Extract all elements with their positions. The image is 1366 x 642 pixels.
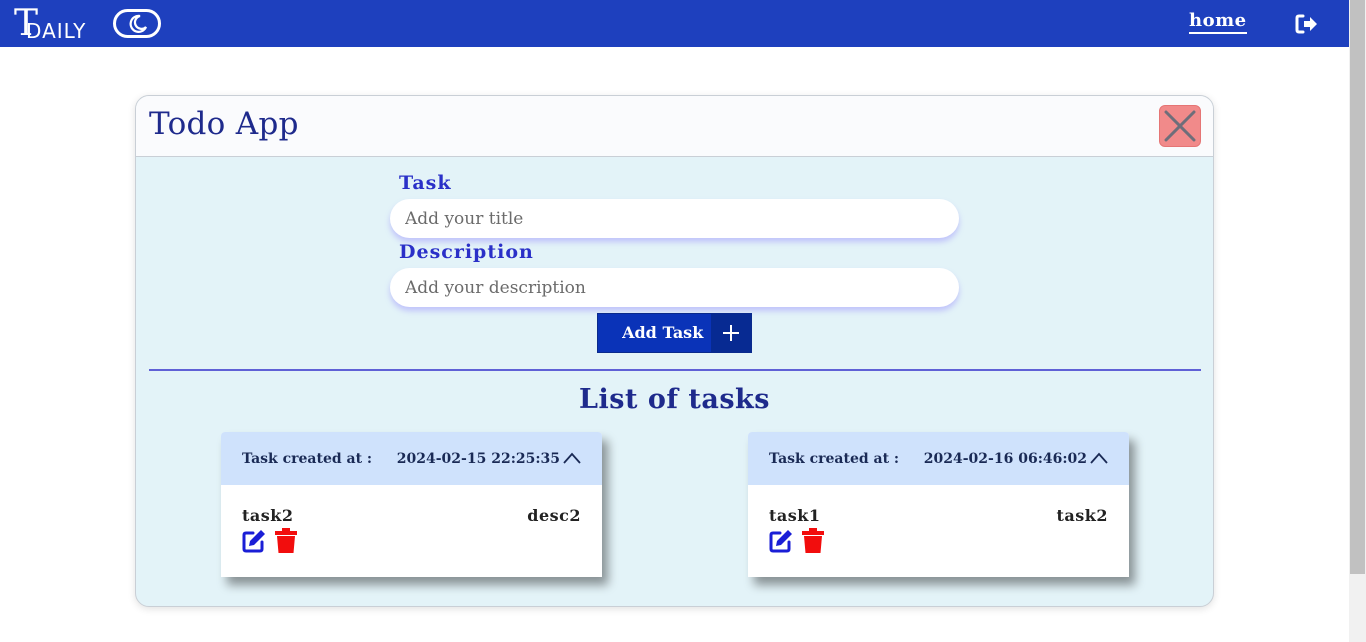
chevron-up-icon[interactable] (563, 451, 581, 465)
brand-logo[interactable]: T DAILY (14, 4, 86, 44)
navbar: T DAILY home (0, 0, 1349, 47)
created-at-label: Task created at : (242, 451, 373, 467)
chevron-up-icon[interactable] (1090, 451, 1108, 465)
task-title: task2 (242, 506, 294, 525)
divider (149, 369, 1201, 371)
task-list-title: List of tasks (579, 384, 770, 415)
todo-card: Todo App Task Description Add Task List … (135, 95, 1214, 607)
nav-home-link[interactable]: home (1189, 10, 1247, 34)
page-title: Todo App (149, 106, 299, 142)
task-title: task1 (769, 506, 821, 525)
description-label: Description (399, 241, 534, 263)
close-button[interactable] (1159, 105, 1201, 147)
edit-icon[interactable] (768, 528, 794, 554)
card-header: Todo App (136, 96, 1213, 157)
task-title-input[interactable] (390, 199, 959, 238)
task-description: desc2 (527, 506, 581, 525)
task-card: Task created at : 2024-02-15 22:25:35 ta… (221, 432, 602, 577)
brand-text: DAILY (26, 19, 87, 43)
task-label: Task (399, 172, 452, 194)
logout-button[interactable] (1295, 13, 1319, 35)
close-icon (1164, 110, 1196, 142)
task-card: Task created at : 2024-02-16 06:46:02 ta… (748, 432, 1129, 577)
trash-icon[interactable] (801, 528, 825, 554)
theme-toggle-button[interactable] (113, 9, 161, 38)
created-at-value: 2024-02-16 06:46:02 (923, 451, 1087, 467)
task-description: task2 (1056, 506, 1108, 525)
trash-icon[interactable] (274, 528, 298, 554)
add-task-button[interactable]: Add Task (597, 313, 752, 353)
created-at-value: 2024-02-15 22:25:35 (396, 451, 560, 467)
edit-icon[interactable] (241, 528, 267, 554)
plus-icon (711, 314, 751, 352)
task-card-header[interactable]: Task created at : 2024-02-16 06:46:02 (748, 432, 1129, 485)
sign-out-icon (1295, 14, 1317, 34)
created-at-label: Task created at : (769, 451, 900, 467)
task-card-header[interactable]: Task created at : 2024-02-15 22:25:35 (221, 432, 602, 485)
moon-icon (129, 14, 148, 33)
task-description-input[interactable] (390, 268, 959, 307)
page-scrollbar-thumb[interactable] (1350, 0, 1365, 574)
add-task-label: Add Task (622, 323, 704, 342)
